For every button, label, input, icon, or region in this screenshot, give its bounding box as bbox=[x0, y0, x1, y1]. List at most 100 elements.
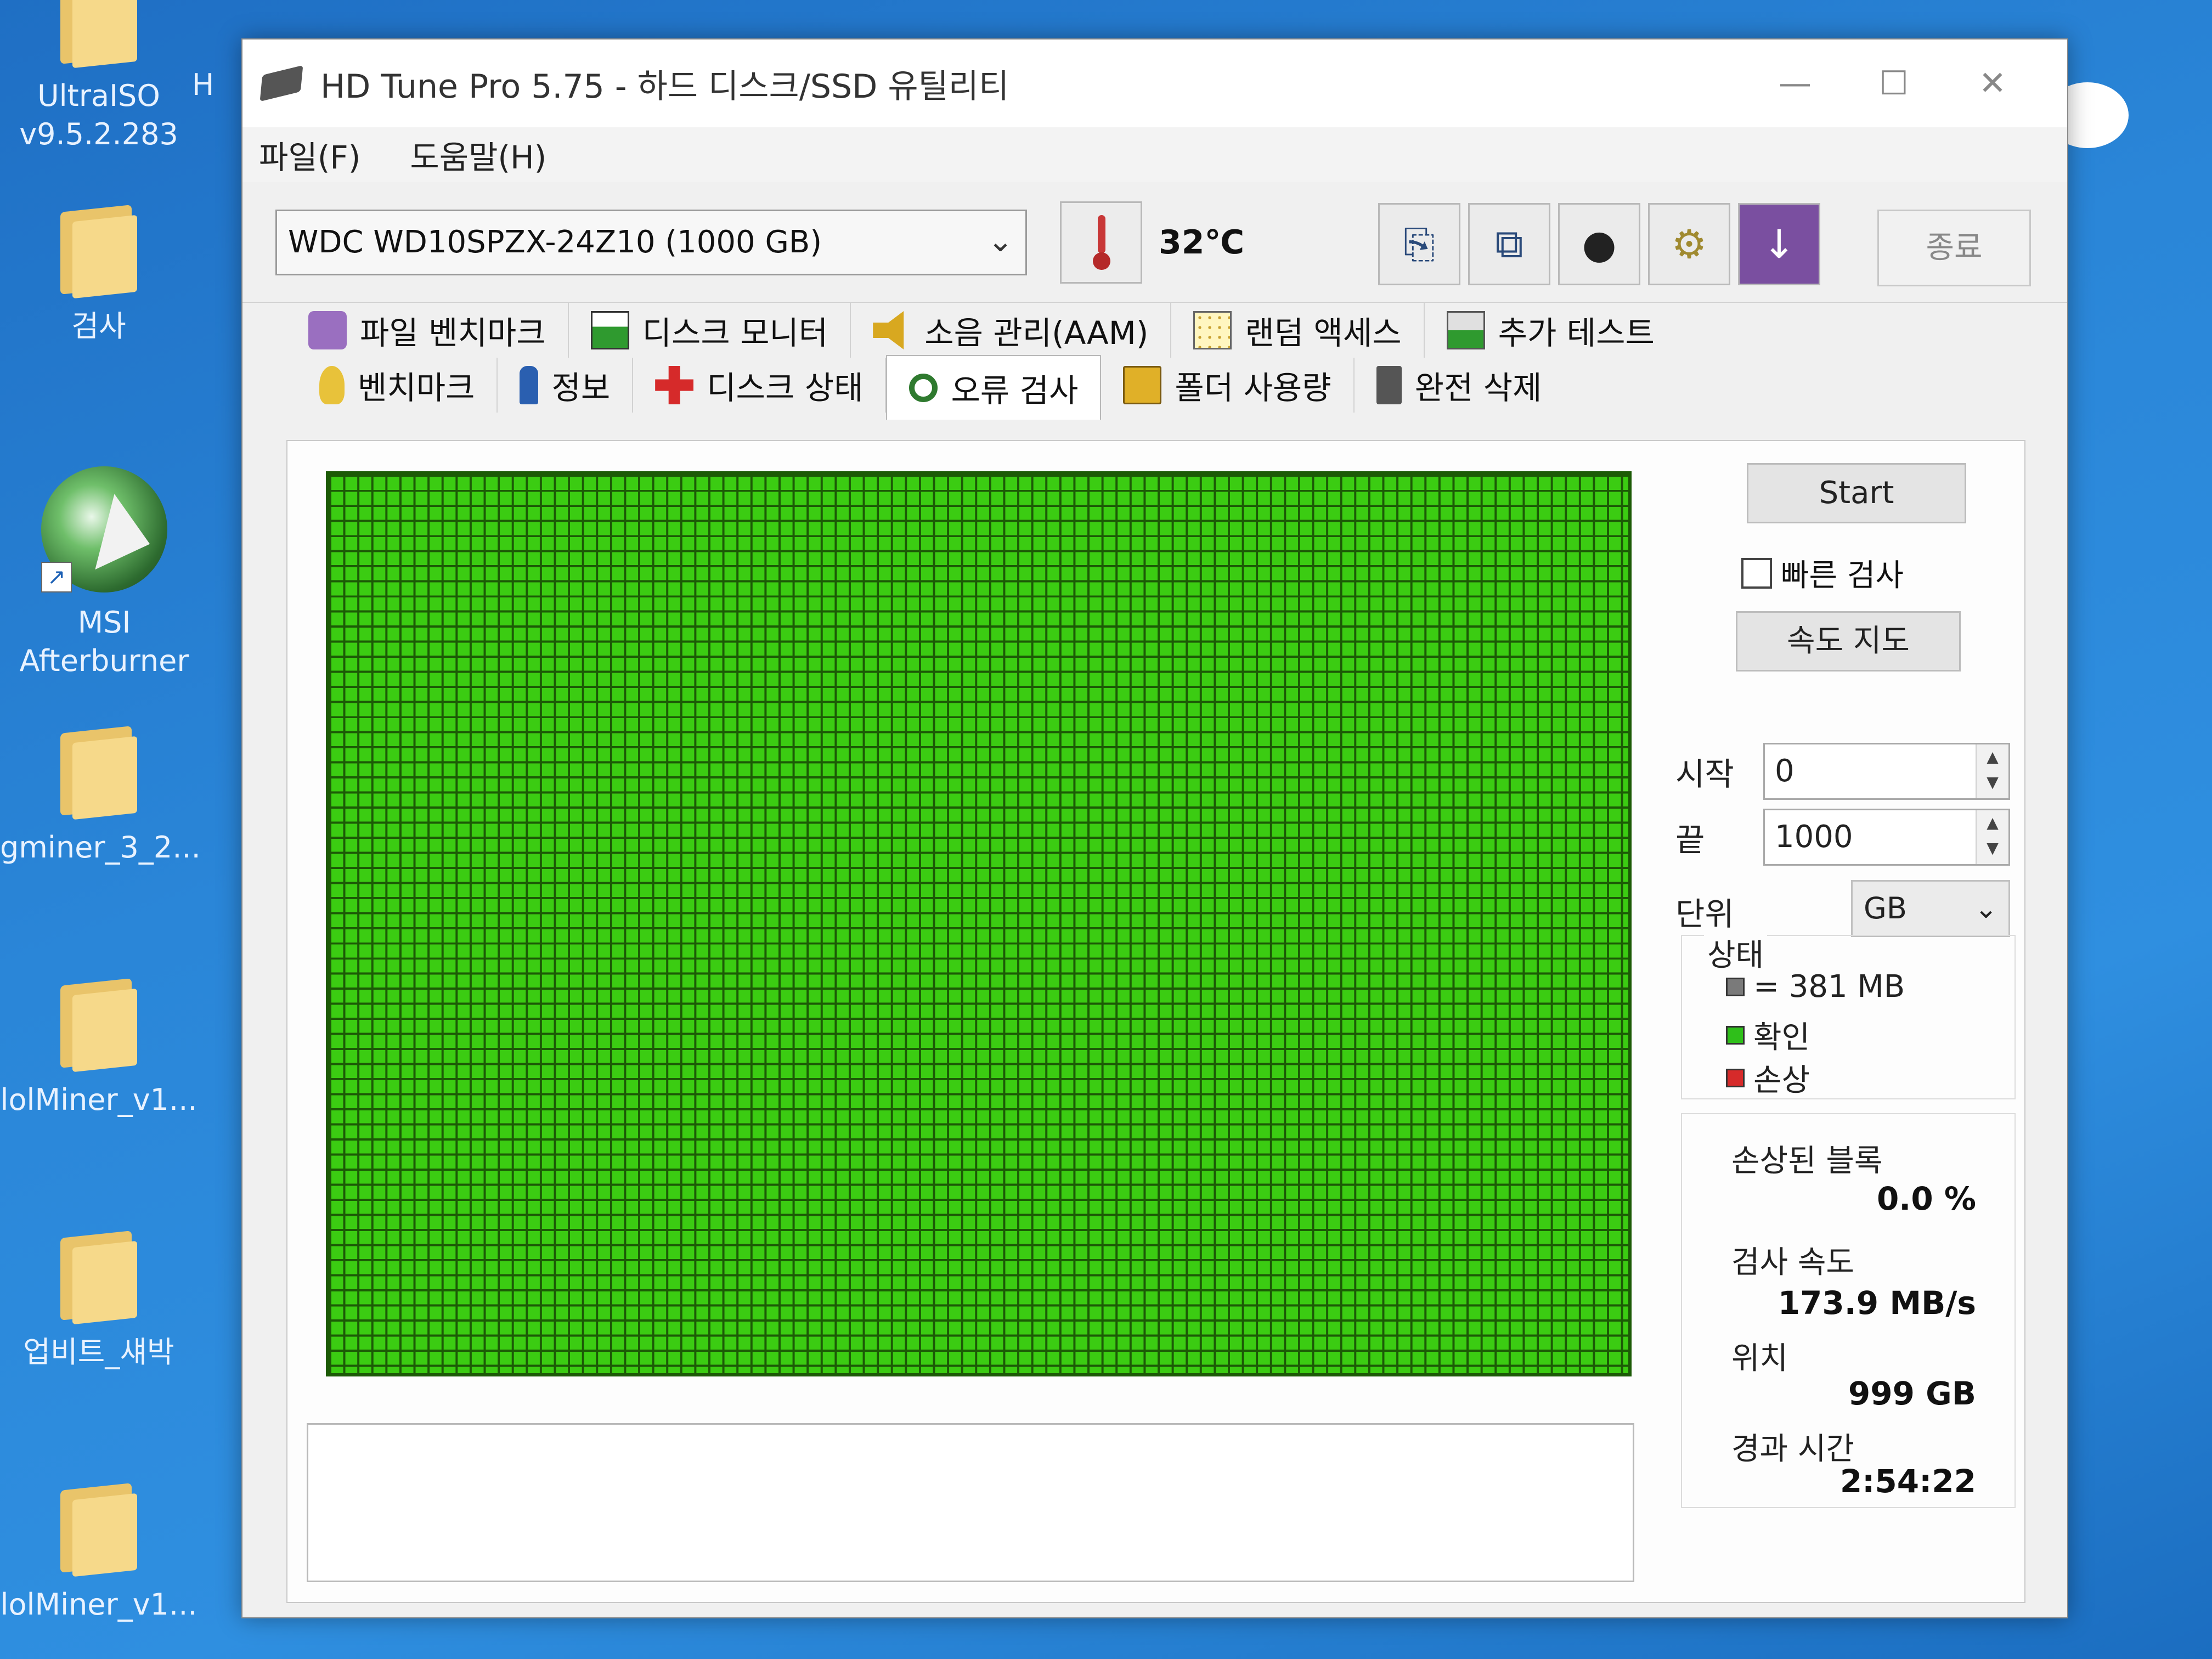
menu-bar: 파일(F) 도움말(H) bbox=[242, 127, 2067, 182]
tab-folder-usage[interactable]: 폴더 사용량 bbox=[1101, 358, 1355, 413]
hdtune-app-icon bbox=[259, 65, 303, 102]
desktop-icon-label: lolMiner_v1... bbox=[0, 1587, 198, 1622]
toolbar: WDC WD10SPZX-24Z10 (1000 GB) ⌄ 32℃ ⎘ ⧉ ●… bbox=[242, 182, 2067, 303]
desktop-icon-upbit[interactable]: 업비트_섀박 bbox=[0, 1231, 198, 1372]
exit-button[interactable]: 종료 bbox=[1877, 210, 2031, 286]
legend-ok: 확인 bbox=[1726, 1013, 1810, 1057]
folder-icon bbox=[60, 0, 137, 69]
legend-block-size: = 381 MB bbox=[1726, 969, 1905, 1005]
tab-label: 파일 벤치마크 bbox=[360, 314, 546, 352]
toolbar-buttons: ⎘ ⧉ ● ⚙ ↓ bbox=[1378, 203, 1828, 285]
download-arrow-icon: ↓ bbox=[1762, 221, 1796, 267]
status-title: 상태 bbox=[1704, 930, 1768, 975]
menu-help[interactable]: 도움말(H) bbox=[410, 132, 546, 178]
green-swatch bbox=[1726, 1025, 1745, 1045]
tab-random-access[interactable]: 랜덤 액세스 bbox=[1171, 303, 1425, 358]
unit-select[interactable]: GB ⌄ bbox=[1851, 880, 2010, 937]
drive-select[interactable]: WDC WD10SPZX-24Z10 (1000 GB) ⌄ bbox=[275, 209, 1027, 275]
scan-speed-label: 검사 속도 bbox=[1731, 1245, 1854, 1280]
spin-arrows-icon[interactable]: ▲ ▼ bbox=[1976, 744, 2008, 798]
desktop-icon-lolminer-2[interactable]: lolMiner_v1... bbox=[0, 1483, 198, 1624]
tab-erase[interactable]: 완전 삭제 bbox=[1355, 358, 1564, 413]
extra-tests-icon bbox=[1446, 311, 1485, 349]
tab-aam[interactable]: 소음 관리(AAM) bbox=[851, 303, 1172, 358]
unit-label: 단위 bbox=[1675, 895, 1734, 933]
tab-label: 추가 테스트 bbox=[1498, 314, 1655, 352]
desktop-icon-ultraiso[interactable]: UltraISO v9.5.2.283 bbox=[0, 0, 198, 154]
start-value: 0 bbox=[1775, 753, 1795, 789]
maximize-button[interactable]: ☐ bbox=[1850, 56, 1938, 111]
save-button[interactable]: ↓ bbox=[1738, 203, 1820, 285]
temperature-value: 32℃ bbox=[1159, 223, 1245, 262]
start-field-label: 시작 bbox=[1675, 755, 1734, 793]
start-button[interactable]: Start bbox=[1747, 463, 1966, 523]
tab-info[interactable]: 정보 bbox=[498, 358, 634, 413]
tab-label: 오류 검사 bbox=[951, 372, 1079, 409]
menu-file[interactable]: 파일(F) bbox=[259, 132, 360, 178]
gears-icon: ⚙ bbox=[1671, 221, 1707, 267]
end-spinbox[interactable]: 1000 ▲ ▼ bbox=[1763, 809, 2010, 866]
tab-strip: 파일 벤치마크 디스크 모니터 소음 관리(AAM) 랜덤 액세스 추가 테스트… bbox=[242, 303, 2067, 435]
spin-arrows-icon[interactable]: ▲ ▼ bbox=[1976, 810, 2008, 864]
copy-text-icon: ⎘ bbox=[1403, 221, 1435, 267]
copy-text-button[interactable]: ⎘ bbox=[1378, 203, 1460, 285]
camera-icon: ● bbox=[1582, 221, 1617, 267]
chevron-down-icon: ⌄ bbox=[988, 223, 1013, 259]
tab-disk-monitor[interactable]: 디스크 모니터 bbox=[569, 303, 851, 358]
desktop-icon-label: lolMiner_v1... bbox=[0, 1082, 198, 1117]
tab-label: 완전 삭제 bbox=[1414, 369, 1542, 407]
file-benchmark-icon bbox=[308, 311, 347, 349]
legend-label: 확인 bbox=[1753, 1020, 1810, 1056]
copy-all-button[interactable]: ⧉ bbox=[1468, 203, 1550, 285]
desktop-icon-gminer[interactable]: gminer_3_2... bbox=[0, 726, 201, 867]
tab-health[interactable]: 디스크 상태 bbox=[633, 358, 887, 413]
shortcut-arrow-icon: ↗ bbox=[41, 562, 72, 592]
drive-select-value: WDC WD10SPZX-24Z10 (1000 GB) bbox=[288, 224, 822, 260]
tab-extra-tests[interactable]: 추가 테스트 bbox=[1425, 303, 1677, 358]
close-button[interactable]: ✕ bbox=[1949, 56, 2036, 111]
tab-label: 정보 bbox=[551, 369, 611, 407]
speed-map-button[interactable]: 속도 지도 bbox=[1736, 611, 1961, 672]
checkbox-box[interactable] bbox=[1741, 557, 1772, 589]
desktop-icon-label: UltraISO v9.5.2.283 bbox=[19, 78, 178, 151]
quick-scan-label: 빠른 검사 bbox=[1781, 558, 1904, 594]
thermometer-icon bbox=[1093, 215, 1110, 270]
folder-icon bbox=[60, 978, 137, 1073]
start-spinbox[interactable]: 0 ▲ ▼ bbox=[1763, 743, 2010, 800]
error-scan-controls: Start 빠른 검사 속도 지도 시작 0 ▲ ▼ 끝 1000 ▲ ▼ 단위 G… bbox=[1670, 441, 2021, 1593]
options-button[interactable]: ⚙ bbox=[1648, 203, 1730, 285]
copy-all-icon: ⧉ bbox=[1495, 221, 1523, 267]
tab-benchmark[interactable]: 벤치마크 bbox=[286, 358, 498, 413]
status-legend: 상태 = 381 MB 확인 손상 bbox=[1681, 930, 2016, 1099]
title-bar[interactable]: HD Tune Pro 5.75 - 하드 디스크/SSD 유틸리티 — ☐ ✕ bbox=[242, 40, 2067, 127]
folder-icon bbox=[60, 726, 137, 820]
lightbulb-icon bbox=[319, 366, 345, 404]
tab-label: 소음 관리(AAM) bbox=[924, 314, 1149, 352]
desktop-icon-folder-geomsa[interactable]: 검사 bbox=[0, 205, 198, 346]
legend-label: 손상 bbox=[1753, 1063, 1810, 1098]
position-label: 위치 bbox=[1731, 1341, 1788, 1376]
bar-chart-icon bbox=[590, 311, 629, 349]
chevron-down-icon: ⌄ bbox=[1974, 893, 1997, 924]
red-cross-icon bbox=[655, 366, 694, 404]
tab-error-scan[interactable]: 오류 검사 bbox=[886, 355, 1102, 420]
folder-icon bbox=[60, 1483, 137, 1577]
folder-icon bbox=[60, 1231, 137, 1325]
magnifier-icon bbox=[909, 374, 938, 402]
hdtune-window: HD Tune Pro 5.75 - 하드 디스크/SSD 유틸리티 — ☐ ✕… bbox=[241, 38, 2068, 1618]
screenshot-button[interactable]: ● bbox=[1558, 203, 1640, 285]
position-value: 999 GB bbox=[1848, 1375, 1976, 1412]
window-title: HD Tune Pro 5.75 - 하드 디스크/SSD 유틸리티 bbox=[320, 67, 1009, 106]
elapsed-time-value: 2:54:22 bbox=[1839, 1463, 1976, 1500]
end-field-label: 끝 bbox=[1675, 821, 1705, 859]
scan-speed-value: 173.9 MB/s bbox=[1778, 1284, 1976, 1322]
quick-scan-checkbox[interactable]: 빠른 검사 bbox=[1741, 551, 1904, 595]
trash-icon bbox=[1376, 366, 1402, 404]
tab-file-benchmark[interactable]: 파일 벤치마크 bbox=[286, 303, 569, 358]
desktop-icon-msi-afterburner[interactable]: ↗ MSI Afterburner bbox=[5, 466, 203, 680]
temperature-button[interactable] bbox=[1060, 201, 1142, 284]
desktop-icon-partial[interactable]: H bbox=[181, 66, 225, 104]
desktop-icon-lolminer-1[interactable]: lolMiner_v1... bbox=[0, 978, 198, 1119]
minimize-button[interactable]: — bbox=[1751, 56, 1839, 111]
log-box bbox=[307, 1423, 1634, 1582]
